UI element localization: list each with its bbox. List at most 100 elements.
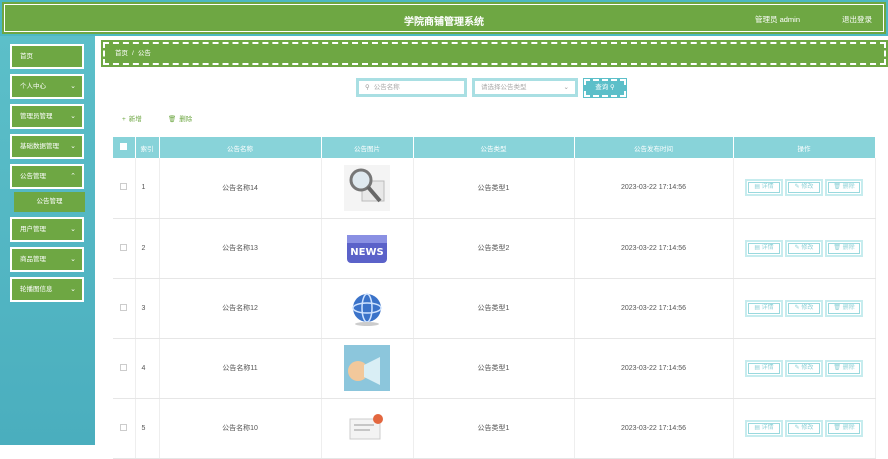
globe-image <box>344 285 390 331</box>
card-document-image <box>344 405 390 451</box>
row-image <box>321 278 414 339</box>
sidebar-item-carousel[interactable]: 轮播图信息 ⌄ <box>10 277 84 302</box>
column-header: 索引 <box>135 137 160 158</box>
edit-label: 修改 <box>801 304 814 311</box>
announcement-table: 索引 公告名称 公告图片 公告类型 公告发布时间 操作 1 公告名称14 公告类型1… <box>113 137 876 459</box>
delete-button[interactable]: 🗑 删除 <box>825 179 863 197</box>
delete-button[interactable]: 🗑 删除 <box>825 359 863 377</box>
edit-button[interactable]: ✎ 修改 <box>785 299 823 317</box>
delete-button[interactable]: 🗑 删除 <box>825 239 863 257</box>
row-time: 2023-03-22 17:14:56 <box>574 158 734 219</box>
column-header: 公告名称 <box>159 137 322 158</box>
row-index: 4 <box>135 338 160 399</box>
table-row: 3 公告名称12 公告类型1 2023-03-22 17:14:56 ▤ 详情 ✎ 修改 🗑… <box>113 278 876 339</box>
edit-button[interactable]: ✎ 修改 <box>785 179 823 197</box>
sidebar-item-label: 公告管理 <box>20 173 46 180</box>
row-name: 公告名称14 <box>159 158 322 219</box>
sidebar-item-label: 管理员管理 <box>20 113 53 120</box>
edit-label: 修改 <box>801 184 814 191</box>
row-checkbox[interactable] <box>120 303 128 311</box>
row-image <box>321 158 414 219</box>
delete-label: 删除 <box>842 184 855 191</box>
row-image <box>321 338 414 399</box>
row-checkbox-cell[interactable] <box>113 218 136 279</box>
table-row: 4 公告名称11 公告类型1 2023-03-22 17:14:56 ▤ 详情 ✎ 修改 🗑… <box>113 338 876 399</box>
detail-label: 详情 <box>761 424 774 431</box>
sidebar-item-label: 轮播图信息 <box>20 286 53 293</box>
row-checkbox-cell[interactable] <box>113 278 136 339</box>
batch-delete-button[interactable]: 🗑 删除 <box>168 113 192 123</box>
type-select[interactable]: 请选择公告类型 ⌄ <box>472 78 578 97</box>
row-checkbox[interactable] <box>120 183 128 191</box>
current-user: 管理员 admin <box>754 15 800 24</box>
row-name: 公告名称13 <box>159 218 322 279</box>
detail-icon: ▤ <box>754 364 760 371</box>
trash-icon: 🗑 <box>833 304 841 311</box>
sidebar-item-home[interactable]: 首页 <box>10 44 84 69</box>
row-type: 公告类型2 <box>413 218 575 279</box>
search-button-label: 查询 <box>595 84 609 91</box>
sidebar-item-label: 商品管理 <box>20 256 46 263</box>
row-checkbox[interactable] <box>120 363 128 371</box>
trash-icon: 🗑 <box>168 116 177 123</box>
delete-button[interactable]: 🗑 删除 <box>825 299 863 317</box>
table-row: 5 公告名称10 公告类型1 2023-03-22 17:14:56 ▤ 详情 ✎ 修改 🗑… <box>113 398 876 459</box>
sidebar-item-profile[interactable]: 个人中心 ⌄ <box>10 74 84 99</box>
breadcrumb-home[interactable]: 首页 <box>115 50 128 57</box>
edit-button[interactable]: ✎ 修改 <box>785 359 823 377</box>
sidebar-item-goods[interactable]: 商品管理 ⌄ <box>10 247 84 272</box>
select-all-checkbox[interactable] <box>120 143 128 150</box>
edit-icon: ✎ <box>794 184 800 191</box>
sidebar-item-admins[interactable]: 管理员管理 ⌄ <box>10 104 84 129</box>
speaker-blue-image <box>344 345 390 391</box>
delete-label: 删除 <box>842 364 855 371</box>
sidebar-item-base-data[interactable]: 基础数据管理 ⌄ <box>10 134 84 159</box>
delete-label: 删除 <box>842 424 855 431</box>
search-button[interactable]: 查询 ⚲ <box>583 78 627 98</box>
detail-button[interactable]: ▤ 详情 <box>745 299 783 317</box>
edit-button[interactable]: ✎ 修改 <box>785 239 823 257</box>
detail-button[interactable]: ▤ 详情 <box>745 179 783 197</box>
detail-label: 详情 <box>761 304 774 311</box>
row-actions: ▤ 详情 ✎ 修改 🗑 删除 <box>733 398 876 459</box>
sidebar-item-announcements[interactable]: 公告管理 ⌃ <box>10 164 84 189</box>
row-type: 公告类型1 <box>413 278 575 339</box>
detail-button[interactable]: ▤ 详情 <box>745 419 783 437</box>
row-checkbox-cell[interactable] <box>113 338 136 399</box>
row-time: 2023-03-22 17:14:56 <box>574 218 734 279</box>
row-image <box>321 398 414 459</box>
plus-icon: + <box>122 116 126 123</box>
detail-icon: ▤ <box>754 424 760 431</box>
row-time: 2023-03-22 17:14:56 <box>574 398 734 459</box>
delete-button-label: 删除 <box>179 116 193 123</box>
row-checkbox-cell[interactable] <box>113 398 136 459</box>
row-checkbox[interactable] <box>120 243 128 251</box>
detail-icon: ▤ <box>754 184 760 191</box>
search-name-input[interactable]: ⚲ 公告名称 <box>356 78 467 97</box>
row-checkbox[interactable] <box>120 423 128 431</box>
row-index: 2 <box>135 218 160 279</box>
add-button-label: 新增 <box>128 116 142 123</box>
sidebar-item-label: 个人中心 <box>20 83 46 90</box>
sidebar-item-users[interactable]: 用户管理 ⌄ <box>10 217 84 242</box>
logout-link[interactable]: 退出登录 <box>842 14 872 25</box>
row-index: 3 <box>135 278 160 339</box>
row-index: 5 <box>135 398 160 459</box>
chevron-down-icon: ⌄ <box>70 256 76 263</box>
edit-button[interactable]: ✎ 修改 <box>785 419 823 437</box>
edit-icon: ✎ <box>794 424 800 431</box>
sidebar-subitem-announcements[interactable]: 公告管理 <box>14 192 85 212</box>
edit-icon: ✎ <box>794 364 800 371</box>
chevron-down-icon: ⌄ <box>70 113 76 120</box>
row-index: 1 <box>135 158 160 219</box>
detail-button[interactable]: ▤ 详情 <box>745 359 783 377</box>
column-header: 公告发布时间 <box>574 137 734 158</box>
row-type: 公告类型1 <box>413 158 575 219</box>
select-all-header[interactable] <box>113 137 136 158</box>
add-button[interactable]: + 新增 <box>122 113 142 123</box>
detail-button[interactable]: ▤ 详情 <box>745 239 783 257</box>
row-type: 公告类型1 <box>413 398 575 459</box>
row-checkbox-cell[interactable] <box>113 158 136 219</box>
column-header: 操作 <box>733 137 876 158</box>
delete-button[interactable]: 🗑 删除 <box>825 419 863 437</box>
